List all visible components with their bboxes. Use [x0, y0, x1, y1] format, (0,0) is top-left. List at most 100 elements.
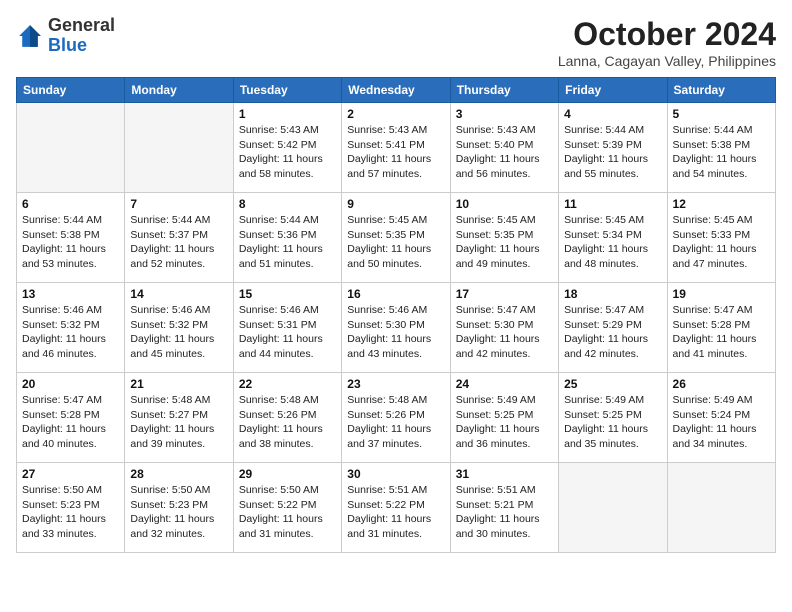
day-info: Sunrise: 5:47 AM Sunset: 5:29 PM Dayligh… [564, 303, 661, 362]
logo: General Blue [16, 16, 115, 56]
day-number: 2 [347, 107, 444, 121]
day-number: 21 [130, 377, 227, 391]
day-info: Sunrise: 5:47 AM Sunset: 5:28 PM Dayligh… [673, 303, 770, 362]
day-info: Sunrise: 5:46 AM Sunset: 5:32 PM Dayligh… [22, 303, 119, 362]
calendar-cell: 25 Sunrise: 5:49 AM Sunset: 5:25 PM Dayli… [559, 373, 667, 463]
day-info: Sunrise: 5:47 AM Sunset: 5:28 PM Dayligh… [22, 393, 119, 452]
weekday-header-monday: Monday [125, 78, 233, 103]
day-number: 19 [673, 287, 770, 301]
day-number: 29 [239, 467, 336, 481]
day-info: Sunrise: 5:50 AM Sunset: 5:23 PM Dayligh… [22, 483, 119, 542]
day-number: 1 [239, 107, 336, 121]
calendar-cell: 12Sunrise: 5:45 AM Sunset: 5:33 PM Dayli… [667, 193, 775, 283]
weekday-header-wednesday: Wednesday [342, 78, 450, 103]
calendar-cell: 22 Sunrise: 5:48 AM Sunset: 5:26 PM Dayli… [233, 373, 341, 463]
calendar-table: SundayMondayTuesdayWednesdayThursdayFrid… [16, 77, 776, 553]
calendar-cell: 16Sunrise: 5:46 AM Sunset: 5:30 PM Dayli… [342, 283, 450, 373]
day-number: 18 [564, 287, 661, 301]
day-info: Sunrise: 5:51 AM Sunset: 5:22 PM Dayligh… [347, 483, 444, 542]
calendar-cell: 30 Sunrise: 5:51 AM Sunset: 5:22 PM Dayli… [342, 463, 450, 553]
calendar-cell: 20Sunrise: 5:47 AM Sunset: 5:28 PM Dayli… [17, 373, 125, 463]
location-subtitle: Lanna, Cagayan Valley, Philippines [558, 53, 776, 69]
day-info: Sunrise: 5:44 AM Sunset: 5:37 PM Dayligh… [130, 213, 227, 272]
calendar-cell: 2Sunrise: 5:43 AM Sunset: 5:41 PM Daylig… [342, 103, 450, 193]
calendar-cell: 15 Sunrise: 5:46 AM Sunset: 5:31 PM Dayli… [233, 283, 341, 373]
calendar-cell: 3 Sunrise: 5:43 AM Sunset: 5:40 PM Daylig… [450, 103, 558, 193]
day-number: 26 [673, 377, 770, 391]
logo-general-text: General [48, 16, 115, 36]
weekday-header-row: SundayMondayTuesdayWednesdayThursdayFrid… [17, 78, 776, 103]
day-info: Sunrise: 5:47 AM Sunset: 5:30 PM Dayligh… [456, 303, 553, 362]
day-info: Sunrise: 5:48 AM Sunset: 5:26 PM Dayligh… [347, 393, 444, 452]
calendar-cell: 27 Sunrise: 5:50 AM Sunset: 5:23 PM Dayli… [17, 463, 125, 553]
week-row-4: 20Sunrise: 5:47 AM Sunset: 5:28 PM Dayli… [17, 373, 776, 463]
day-info: Sunrise: 5:44 AM Sunset: 5:38 PM Dayligh… [22, 213, 119, 272]
day-number: 28 [130, 467, 227, 481]
calendar-cell: 11 Sunrise: 5:45 AM Sunset: 5:34 PM Dayli… [559, 193, 667, 283]
calendar-cell: 17 Sunrise: 5:47 AM Sunset: 5:30 PM Dayli… [450, 283, 558, 373]
calendar-cell [559, 463, 667, 553]
day-info: Sunrise: 5:50 AM Sunset: 5:23 PM Dayligh… [130, 483, 227, 542]
calendar-cell: 5Sunrise: 5:44 AM Sunset: 5:38 PM Daylig… [667, 103, 775, 193]
day-number: 27 [22, 467, 119, 481]
day-number: 11 [564, 197, 661, 211]
day-info: Sunrise: 5:48 AM Sunset: 5:27 PM Dayligh… [130, 393, 227, 452]
day-info: Sunrise: 5:44 AM Sunset: 5:38 PM Dayligh… [673, 123, 770, 182]
day-info: Sunrise: 5:48 AM Sunset: 5:26 PM Dayligh… [239, 393, 336, 452]
day-number: 15 [239, 287, 336, 301]
day-info: Sunrise: 5:49 AM Sunset: 5:24 PM Dayligh… [673, 393, 770, 452]
calendar-cell [667, 463, 775, 553]
day-info: Sunrise: 5:46 AM Sunset: 5:32 PM Dayligh… [130, 303, 227, 362]
day-number: 6 [22, 197, 119, 211]
month-title: October 2024 [558, 16, 776, 53]
title-block: October 2024 Lanna, Cagayan Valley, Phil… [558, 16, 776, 69]
day-info: Sunrise: 5:43 AM Sunset: 5:40 PM Dayligh… [456, 123, 553, 182]
day-number: 24 [456, 377, 553, 391]
day-info: Sunrise: 5:45 AM Sunset: 5:35 PM Dayligh… [347, 213, 444, 272]
day-info: Sunrise: 5:45 AM Sunset: 5:35 PM Dayligh… [456, 213, 553, 272]
day-info: Sunrise: 5:49 AM Sunset: 5:25 PM Dayligh… [456, 393, 553, 452]
day-number: 12 [673, 197, 770, 211]
calendar-cell: 1Sunrise: 5:43 AM Sunset: 5:42 PM Daylig… [233, 103, 341, 193]
day-number: 25 [564, 377, 661, 391]
day-number: 17 [456, 287, 553, 301]
calendar-cell: 29 Sunrise: 5:50 AM Sunset: 5:22 PM Dayli… [233, 463, 341, 553]
weekday-header-thursday: Thursday [450, 78, 558, 103]
day-info: Sunrise: 5:44 AM Sunset: 5:36 PM Dayligh… [239, 213, 336, 272]
day-number: 9 [347, 197, 444, 211]
day-info: Sunrise: 5:50 AM Sunset: 5:22 PM Dayligh… [239, 483, 336, 542]
day-info: Sunrise: 5:44 AM Sunset: 5:39 PM Dayligh… [564, 123, 661, 182]
day-number: 23 [347, 377, 444, 391]
week-row-3: 13 Sunrise: 5:46 AM Sunset: 5:32 PM Dayli… [17, 283, 776, 373]
day-info: Sunrise: 5:51 AM Sunset: 5:21 PM Dayligh… [456, 483, 553, 542]
logo-icon [16, 22, 44, 50]
calendar-cell: 28 Sunrise: 5:50 AM Sunset: 5:23 PM Dayli… [125, 463, 233, 553]
weekday-header-tuesday: Tuesday [233, 78, 341, 103]
page-header: General Blue October 2024 Lanna, Cagayan… [16, 16, 776, 69]
day-number: 31 [456, 467, 553, 481]
day-info: Sunrise: 5:45 AM Sunset: 5:34 PM Dayligh… [564, 213, 661, 272]
calendar-cell: 19 Sunrise: 5:47 AM Sunset: 5:28 PM Dayli… [667, 283, 775, 373]
day-number: 4 [564, 107, 661, 121]
week-row-2: 6 Sunrise: 5:44 AM Sunset: 5:38 PM Daylig… [17, 193, 776, 283]
day-number: 13 [22, 287, 119, 301]
day-number: 7 [130, 197, 227, 211]
calendar-cell: 14 Sunrise: 5:46 AM Sunset: 5:32 PM Dayli… [125, 283, 233, 373]
week-row-1: 1Sunrise: 5:43 AM Sunset: 5:42 PM Daylig… [17, 103, 776, 193]
day-number: 16 [347, 287, 444, 301]
day-info: Sunrise: 5:49 AM Sunset: 5:25 PM Dayligh… [564, 393, 661, 452]
day-number: 22 [239, 377, 336, 391]
day-info: Sunrise: 5:46 AM Sunset: 5:31 PM Dayligh… [239, 303, 336, 362]
day-number: 14 [130, 287, 227, 301]
day-number: 10 [456, 197, 553, 211]
weekday-header-friday: Friday [559, 78, 667, 103]
day-number: 3 [456, 107, 553, 121]
day-number: 30 [347, 467, 444, 481]
calendar-cell [17, 103, 125, 193]
calendar-cell: 31 Sunrise: 5:51 AM Sunset: 5:21 PM Dayli… [450, 463, 558, 553]
day-number: 8 [239, 197, 336, 211]
calendar-cell: 10 Sunrise: 5:45 AM Sunset: 5:35 PM Dayli… [450, 193, 558, 283]
calendar-cell: 21 Sunrise: 5:48 AM Sunset: 5:27 PM Dayli… [125, 373, 233, 463]
weekday-header-saturday: Saturday [667, 78, 775, 103]
calendar-cell: 26 Sunrise: 5:49 AM Sunset: 5:24 PM Dayli… [667, 373, 775, 463]
